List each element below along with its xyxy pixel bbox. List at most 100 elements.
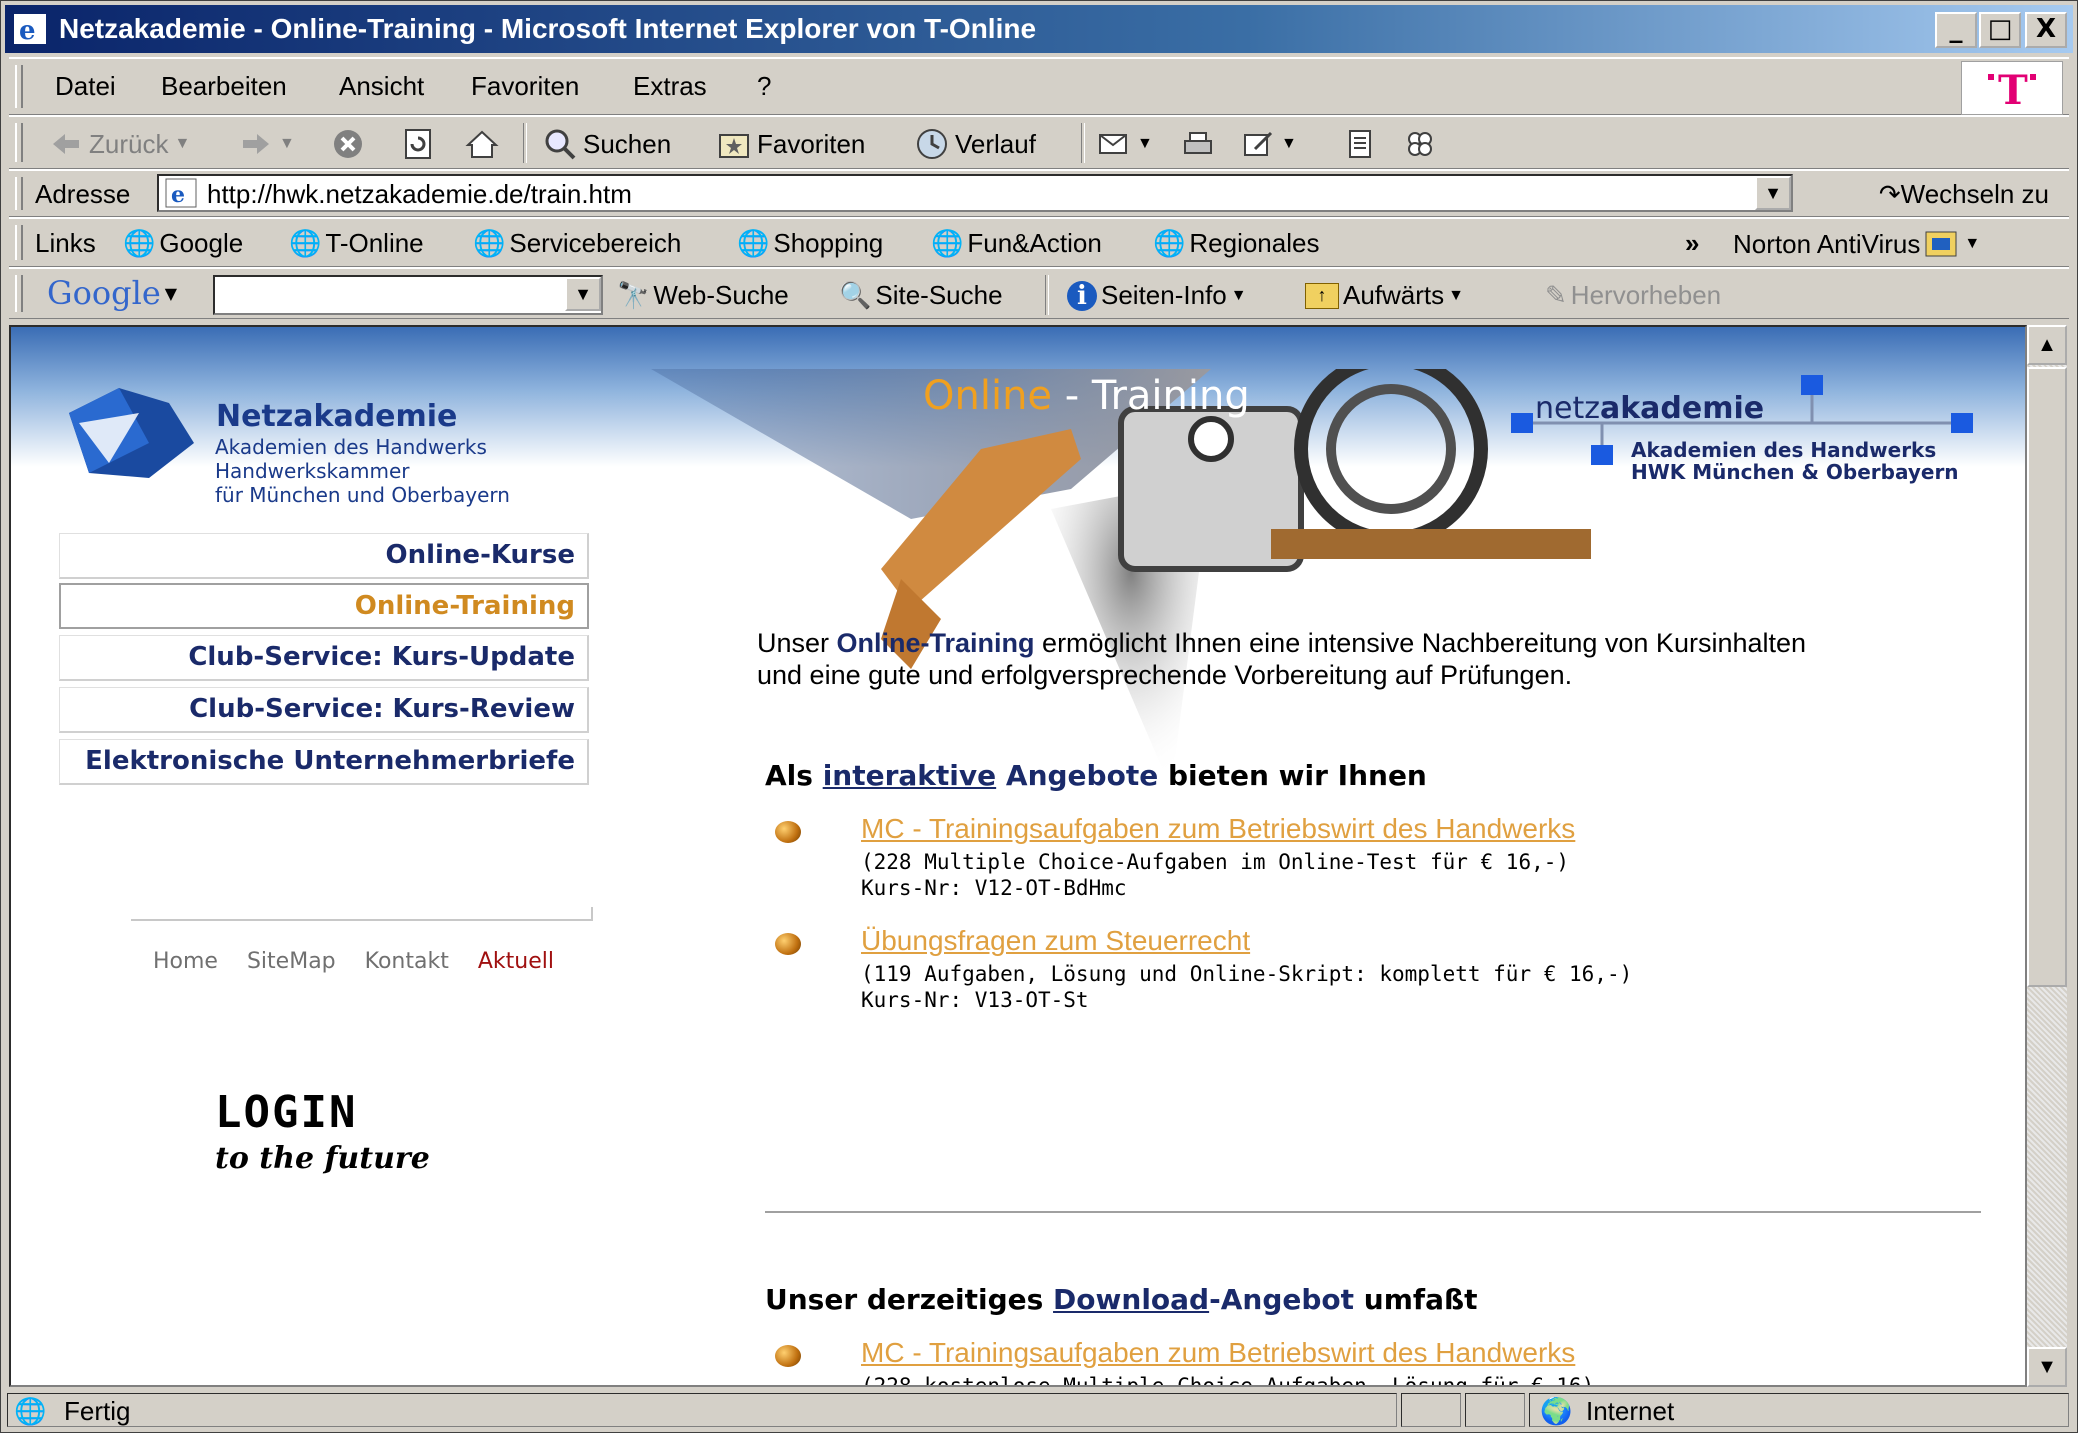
site-search-button[interactable]: 🔍 Site-Suche [839, 280, 1003, 311]
hero-title-training: - Training [1052, 373, 1250, 419]
menu-ansicht[interactable]: Ansicht [339, 71, 424, 102]
address-dropdown[interactable]: ▼ [1755, 176, 1791, 210]
scroll-thumb[interactable] [2027, 367, 2067, 987]
scroll-up-button[interactable]: ▲ [2027, 325, 2067, 365]
stop-button[interactable] [331, 127, 365, 161]
google-search-input[interactable]: ▼ [213, 275, 603, 315]
links-label: Links [35, 228, 96, 258]
history-button[interactable]: Verlauf [915, 127, 1036, 161]
page-icon: 🌐 [14, 1396, 47, 1426]
favorites-button[interactable]: Favoriten [717, 127, 865, 161]
home-button[interactable] [465, 127, 499, 161]
zone-label: Internet [1586, 1396, 1675, 1426]
minimize-button[interactable]: _ [1935, 12, 1977, 48]
link-label: Google [159, 228, 244, 258]
highlight-label: Hervorheben [1570, 280, 1722, 310]
page-info-button[interactable]: i Seiten-Info ▼ [1067, 280, 1247, 311]
search-label: Suchen [583, 128, 672, 159]
back-arrow-icon [53, 134, 79, 154]
ie-page-icon: 🌐 [931, 228, 964, 258]
messenger-button[interactable] [1403, 127, 1437, 161]
up-button[interactable]: ↑ Aufwärts ▼ [1305, 280, 1464, 311]
chevron-down-icon: ▼ [279, 135, 295, 152]
mail-button[interactable]: ▼ [1097, 127, 1153, 161]
links-bar: Links 🌐 Google 🌐 T-Online 🌐 Servicebereich … [9, 217, 2069, 267]
toolbar-separator [1081, 123, 1085, 163]
offer-link-mc-download[interactable]: MC - Trainingsaufgaben zum Betriebswirt … [861, 1337, 1575, 1369]
web-search-button[interactable]: 🔭 Web-Suche [617, 280, 789, 311]
discuss-button[interactable] [1343, 127, 1377, 161]
history-label: Verlauf [955, 128, 1036, 159]
info-icon: i [1067, 280, 1097, 311]
close-button[interactable]: X [2025, 12, 2067, 48]
highlight-button[interactable]: ✎ Hervorheben [1545, 280, 1721, 311]
status-cell [1401, 1393, 1461, 1427]
offer-description: (228 Multiple Choice-Aufgaben im Online-… [861, 850, 1570, 900]
maximize-button[interactable]: □ [1979, 12, 2021, 48]
print-button[interactable] [1181, 127, 1215, 161]
google-toolbar: Google ▼ ▼ 🔭 Web-Suche 🔍 Site-Suche i Seiten… [9, 267, 2069, 319]
ie-page-icon: 🌐 [1153, 228, 1186, 258]
nav-kurs-update[interactable]: Club-Service: Kurs-Update [59, 635, 589, 681]
menu-extras[interactable]: Extras [633, 71, 707, 102]
edit-button[interactable]: ▼ [1241, 127, 1297, 161]
back-button[interactable]: Zurück ▼ [49, 127, 190, 161]
link-kontakt[interactable]: Kontakt [365, 949, 449, 974]
chevron-down-icon: ▼ [1281, 135, 1297, 152]
link-home[interactable]: Home [153, 949, 218, 974]
toolbar-grip [15, 177, 23, 210]
document-icon [1349, 130, 1371, 158]
link-label: Fun&Action [967, 228, 1102, 258]
menu-datei[interactable]: Datei [55, 71, 116, 102]
ie-page-icon: 🌐 [123, 228, 156, 258]
offer-link-steuerrecht[interactable]: Übungsfragen zum Steuerrecht [861, 925, 1250, 957]
norton-antivirus-button[interactable]: Norton AntiVirus ▼ [1733, 228, 1980, 260]
nav-unternehmerbriefe[interactable]: Elektronische Unternehmerbriefe [59, 739, 589, 785]
hero-title: Online - Training [923, 373, 1250, 419]
heading-part: -Angebot [1209, 1283, 1355, 1316]
forward-arrow-icon [243, 134, 269, 154]
nav-online-training[interactable]: Online-Training [59, 583, 589, 629]
link-fun-action[interactable]: 🌐 Fun&Action [931, 228, 1102, 259]
google-logo[interactable]: Google ▼ [47, 274, 177, 312]
google-search-dropdown[interactable]: ▼ [565, 277, 601, 311]
page-info-label: Seiten-Info [1101, 280, 1227, 310]
menu-help[interactable]: ? [757, 71, 771, 102]
address-input[interactable]: e http://hwk.netzakademie.de/train.htm ▼ [157, 174, 1793, 212]
go-button[interactable]: ↷Wechseln zu [1879, 179, 2049, 210]
toolbar-grip [15, 65, 23, 108]
link-aktuell[interactable]: Aktuell [478, 949, 554, 974]
nav-kurs-review[interactable]: Club-Service: Kurs-Review [59, 687, 589, 733]
vertical-scrollbar[interactable]: ▲ ▼ [2027, 325, 2067, 1387]
svg-text:e: e [19, 16, 36, 45]
link-google[interactable]: 🌐 Google [123, 228, 243, 259]
window-title: Netzakademie - Online-Training - Microso… [59, 13, 1037, 44]
scroll-down-button[interactable]: ▼ [2027, 1347, 2067, 1387]
status-cell [1465, 1393, 1525, 1427]
menu-bearbeiten[interactable]: Bearbeiten [161, 71, 287, 102]
links-more-button[interactable]: » [1685, 228, 1699, 259]
link-regionales[interactable]: 🌐 Regionales [1153, 228, 1319, 259]
site-search-icon: 🔍 [839, 280, 872, 310]
download-link[interactable]: Download [1053, 1283, 1209, 1316]
refresh-button[interactable] [401, 127, 435, 161]
tools-photo [651, 369, 1591, 789]
interactive-link[interactable]: interaktive [823, 759, 996, 792]
heading-part: umfaßt [1354, 1283, 1478, 1316]
link-shopping[interactable]: 🌐 Shopping [737, 228, 883, 259]
chevron-down-icon: ▼ [174, 135, 191, 152]
offer-link-mc-training[interactable]: MC - Trainingsaufgaben zum Betriebswirt … [861, 813, 1575, 845]
heading-part: Angebote [996, 759, 1159, 792]
link-sitemap[interactable]: SiteMap [247, 949, 336, 974]
menu-favoriten[interactable]: Favoriten [471, 71, 579, 102]
link-t-online[interactable]: 🌐 T-Online [289, 228, 424, 259]
forward-button[interactable]: ▼ [239, 127, 295, 161]
search-button[interactable]: Suchen [543, 127, 671, 161]
nav-online-kurse[interactable]: Online-Kurse [59, 533, 589, 579]
heading-part: Unser derzeitiges [765, 1283, 1054, 1316]
brand-subtitle: Akademien des Handwerks Handwerkskammer … [215, 435, 510, 507]
svg-text:T: T [1998, 67, 2028, 114]
na-logo-name: netzakademie [1535, 391, 1764, 426]
link-servicebereich[interactable]: 🌐 Servicebereich [473, 228, 681, 259]
marker-icon: ✎ [1545, 280, 1567, 310]
